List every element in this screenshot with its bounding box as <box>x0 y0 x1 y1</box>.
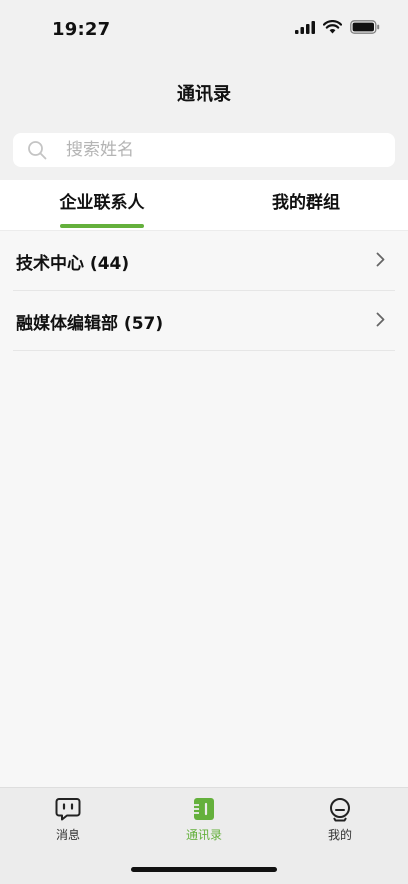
contacts-tabs: 企业联系人 我的群组 <box>0 180 408 231</box>
contacts-icon <box>194 798 214 820</box>
tab-contacts[interactable]: 通讯录 <box>164 796 244 843</box>
navigation-bar: 通讯录 <box>0 60 408 120</box>
bottom-tab-bar: 消息 通讯录 我的 <box>0 787 408 884</box>
tab-messages[interactable]: 消息 <box>28 796 108 843</box>
tab-label: 我的群组 <box>272 193 340 213</box>
page-title: 通讯录 <box>177 84 231 105</box>
tab-enterprise-contacts[interactable]: 企业联系人 <box>0 180 204 230</box>
tab-bar-label: 我的 <box>327 828 352 842</box>
wifi-icon <box>323 20 342 34</box>
search-box[interactable] <box>13 133 395 167</box>
list-item-department[interactable]: 技术中心 (44) <box>13 231 395 291</box>
tab-label: 企业联系人 <box>59 193 145 213</box>
signal-icon <box>295 20 315 34</box>
status-time: 19:27 <box>52 19 111 40</box>
list-item-department[interactable]: 融媒体编辑部 (57) <box>13 291 395 351</box>
status-icons <box>295 20 380 34</box>
battery-icon <box>350 20 380 34</box>
home-indicator <box>131 867 277 872</box>
message-icon <box>55 798 81 821</box>
search-icon <box>28 141 47 160</box>
tab-profile[interactable]: 我的 <box>300 796 380 843</box>
search-input[interactable] <box>64 139 368 161</box>
department-label: 融媒体编辑部 (57) <box>16 314 164 334</box>
tab-bar-label: 通讯录 <box>185 828 222 842</box>
tab-my-groups[interactable]: 我的群组 <box>204 180 408 230</box>
search-area <box>0 120 408 180</box>
profile-icon <box>330 798 350 822</box>
department-list: 技术中心 (44) 融媒体编辑部 (57) <box>0 231 408 351</box>
department-label: 技术中心 (44) <box>16 254 130 274</box>
status-bar: 19:27 <box>0 0 408 60</box>
chevron-right-icon <box>376 252 385 267</box>
active-tab-indicator <box>60 224 144 228</box>
tab-bar-label: 消息 <box>55 828 80 842</box>
chevron-right-icon <box>376 312 385 327</box>
